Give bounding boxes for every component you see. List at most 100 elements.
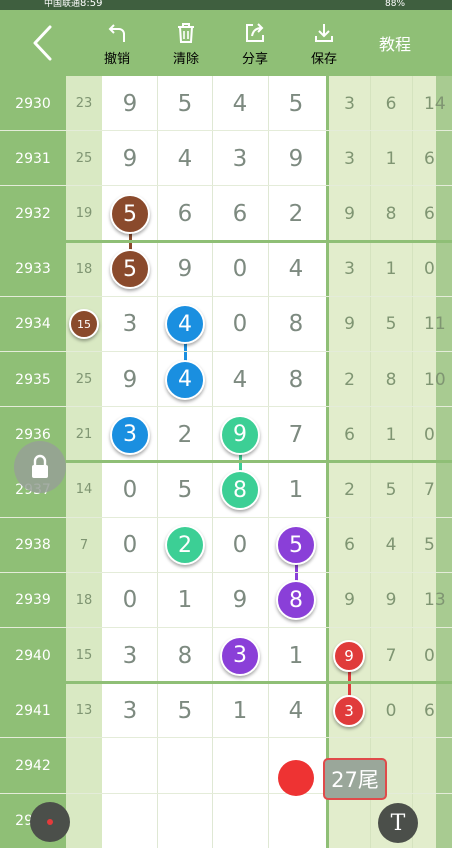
- number-ball[interactable]: 9: [220, 414, 260, 455]
- number-ball[interactable]: 3: [333, 694, 365, 727]
- digit-cell[interactable]: 8: [268, 352, 324, 407]
- digit-cell[interactable]: 9: [102, 131, 158, 186]
- clear-button[interactable]: 清除: [163, 10, 209, 76]
- digit-cell[interactable]: 9: [268, 131, 324, 186]
- digit-cell[interactable]: 3: [102, 297, 158, 352]
- table-row: 29341534089511: [0, 297, 452, 352]
- digit-cell[interactable]: 4: [212, 76, 268, 131]
- pen-tool-button[interactable]: [30, 802, 70, 842]
- tail-count-label[interactable]: 27尾: [323, 758, 387, 800]
- issue-number: 2931: [15, 150, 51, 167]
- number-ball[interactable]: 2: [165, 525, 205, 566]
- digit-cell[interactable]: 0: [212, 518, 268, 573]
- save-button[interactable]: 保存: [301, 10, 347, 76]
- digit-cell[interactable]: 8: [268, 297, 324, 352]
- digit-cell[interactable]: 2: [268, 186, 324, 241]
- digit-cell[interactable]: 4: [268, 242, 324, 297]
- digit-cell[interactable]: [268, 794, 324, 848]
- issue-number: 2930: [15, 95, 51, 112]
- stat-cell: 4: [385, 535, 397, 556]
- digit-cell[interactable]: 8: [157, 628, 213, 683]
- number-ball[interactable]: 4: [165, 359, 205, 400]
- number-ball[interactable]: 5: [110, 249, 150, 290]
- stat-cell: 3: [344, 93, 355, 114]
- table-row: 2933185904310: [0, 242, 452, 297]
- stat-cell: 5: [424, 535, 435, 556]
- save-label: 保存: [310, 51, 337, 67]
- sum-value: 21: [75, 427, 93, 443]
- stat-cell: 2: [344, 369, 355, 390]
- tutorial-button[interactable]: 教程: [365, 10, 425, 76]
- digit-cell[interactable]: 9: [102, 76, 158, 131]
- sum-value: 25: [75, 151, 93, 167]
- stat-cell: 0: [424, 259, 435, 280]
- digit-cell[interactable]: 1: [268, 628, 324, 683]
- digit-cell[interactable]: [102, 738, 158, 793]
- number-ball[interactable]: 5: [276, 525, 316, 566]
- digit-cell[interactable]: 6: [212, 186, 268, 241]
- digit-cell[interactable]: 1: [268, 462, 324, 517]
- share-button[interactable]: 分享: [232, 10, 278, 76]
- digit-cell[interactable]: [212, 738, 268, 793]
- undo-button[interactable]: 撤销: [94, 10, 140, 76]
- digit-cell[interactable]: 1: [212, 683, 268, 738]
- digit-cell[interactable]: 9: [157, 242, 213, 297]
- number-ball[interactable]: 5: [110, 194, 150, 234]
- stat-cell: 9: [344, 203, 355, 224]
- undo-icon: [107, 20, 127, 46]
- digit-cell[interactable]: [212, 794, 268, 848]
- undo-label: 撤销: [103, 51, 130, 67]
- stat-cell: 8: [385, 369, 397, 390]
- digit-cell[interactable]: 5: [157, 76, 213, 131]
- digit-cell[interactable]: 4: [268, 683, 324, 738]
- download-icon: [313, 20, 335, 46]
- lock-button[interactable]: [14, 441, 66, 493]
- digit-cell[interactable]: 0: [212, 242, 268, 297]
- sum-value: [66, 738, 102, 793]
- number-ball[interactable]: 8: [220, 470, 260, 510]
- table-row: 29352594482810: [0, 352, 452, 407]
- digit-cell[interactable]: 3: [102, 628, 158, 683]
- number-ball[interactable]: 3: [220, 635, 260, 676]
- stat-cell: 5: [385, 479, 397, 500]
- digit-cell[interactable]: 5: [157, 683, 213, 738]
- digit-cell[interactable]: 0: [212, 297, 268, 352]
- digit-cell[interactable]: [157, 738, 213, 793]
- issue-number: 2934: [15, 316, 51, 333]
- digit-cell[interactable]: 5: [268, 76, 324, 131]
- digit-cell[interactable]: 4: [212, 352, 268, 407]
- number-ball[interactable]: 3: [110, 414, 150, 455]
- stat-cell: 3: [344, 148, 355, 169]
- digit-cell[interactable]: 0: [102, 573, 158, 628]
- digit-cell[interactable]: 9: [102, 352, 158, 407]
- status-bar: 中国联通 8:59 88%: [0, 0, 452, 10]
- digit-cell[interactable]: [157, 794, 213, 848]
- stat-cell: 8: [385, 203, 397, 224]
- number-ball[interactable]: 9: [333, 639, 365, 672]
- stat-cell: 9: [385, 590, 397, 611]
- digit-cell[interactable]: 9: [212, 573, 268, 628]
- stat-cell: 0: [424, 645, 435, 666]
- red-dot-marker[interactable]: [278, 760, 314, 796]
- back-button[interactable]: [20, 10, 66, 76]
- stat-cell: 2: [344, 479, 355, 500]
- digit-cell[interactable]: 7: [268, 407, 324, 462]
- issue-number: 2938: [15, 537, 51, 554]
- digit-cell[interactable]: 3: [102, 683, 158, 738]
- digit-cell[interactable]: 3: [212, 131, 268, 186]
- issue-number: 2939: [15, 592, 51, 609]
- digit-cell[interactable]: 0: [102, 462, 158, 517]
- sum-value: 19: [75, 206, 93, 222]
- digit-cell[interactable]: 4: [157, 131, 213, 186]
- stat-cell: 1: [385, 148, 397, 169]
- table-row: 2932195662986: [0, 186, 452, 241]
- digit-cell[interactable]: 1: [157, 573, 213, 628]
- digit-cell[interactable]: 6: [157, 186, 213, 241]
- digit-cell[interactable]: 0: [102, 518, 158, 573]
- digit-cell[interactable]: 5: [157, 462, 213, 517]
- stat-cell: 1: [385, 424, 397, 445]
- digit-cell[interactable]: 2: [157, 407, 213, 462]
- text-tool-button[interactable]: T: [378, 803, 418, 843]
- red-dot-icon: [47, 819, 53, 825]
- digit-cell[interactable]: [102, 794, 158, 848]
